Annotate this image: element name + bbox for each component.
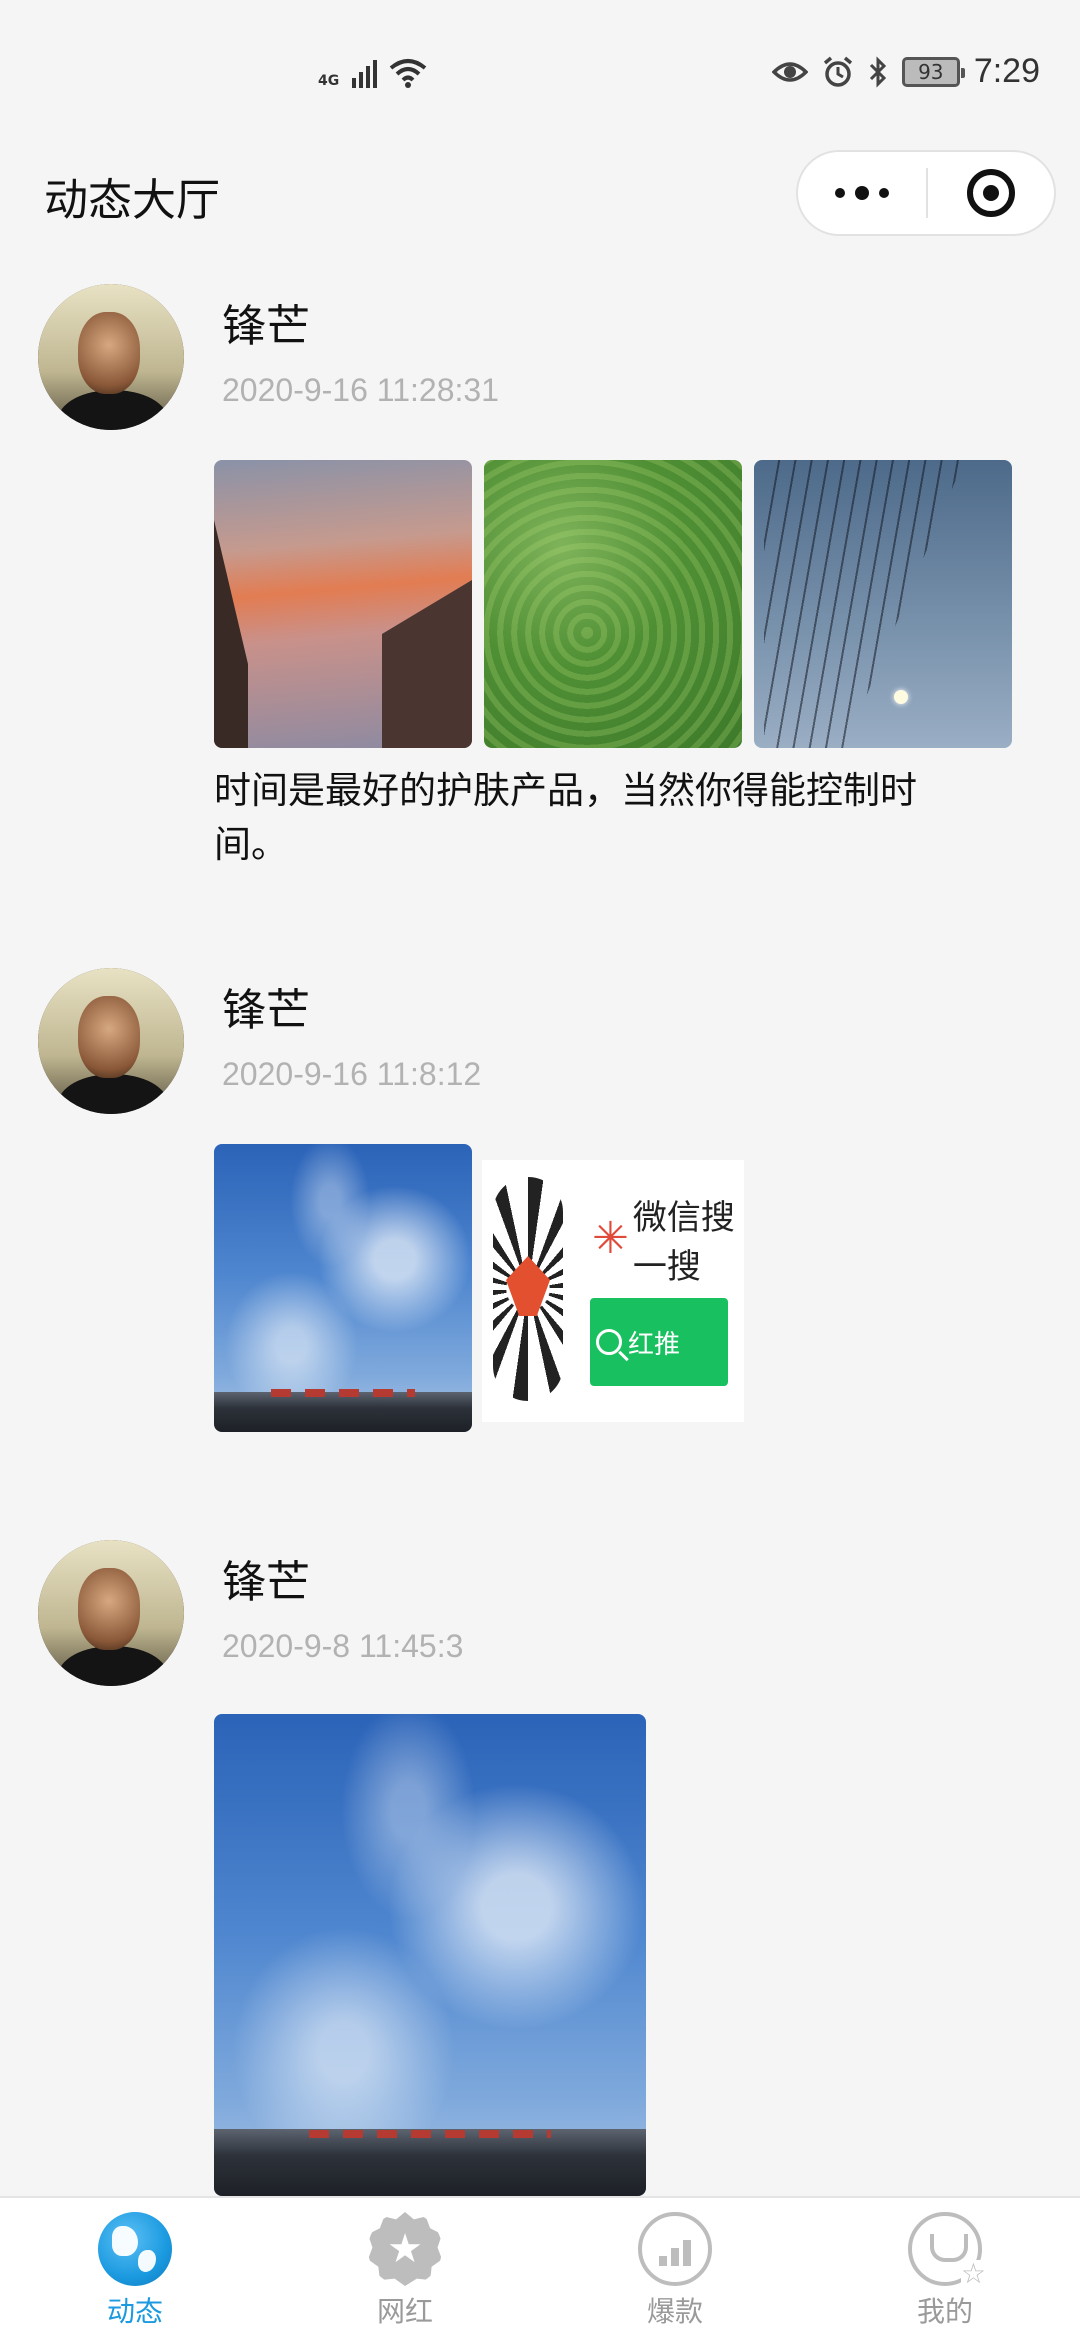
globe-icon: [98, 2212, 172, 2286]
tab-bar: 动态 ★ 网红 爆款 我的: [0, 2196, 1080, 2340]
star-badge-icon: ★: [368, 2212, 442, 2286]
tab-dynamics[interactable]: 动态: [0, 2198, 270, 2340]
moon-icon: [894, 690, 908, 704]
alarm-icon: [823, 56, 852, 87]
navigation-bar: 动态大厅: [0, 150, 1080, 260]
post-image-sunset[interactable]: [214, 460, 472, 748]
tab-label: 网红: [376, 2295, 433, 2328]
wechat-search-label: ✳ 微信搜一搜: [592, 1198, 735, 1287]
tab-influencers[interactable]: ★ 网红: [270, 2198, 540, 2340]
battery-icon: 93: [901, 56, 965, 87]
more-dot-icon: [879, 188, 889, 198]
clock: 7:29: [973, 52, 1040, 90]
network-type: 4G: [318, 73, 340, 89]
network-indicators: 4G: [318, 58, 427, 88]
tab-mine[interactable]: 我的: [810, 2198, 1080, 2340]
tab-label: 我的: [916, 2295, 973, 2328]
wechat-search-button: 红推: [590, 1298, 728, 1386]
post-image-night-sky[interactable]: [754, 460, 1012, 748]
post-time: 2020-9-16 11:8:12: [222, 1056, 482, 1092]
more-menu-button[interactable]: [798, 152, 926, 234]
post-image-greenery[interactable]: [484, 460, 742, 748]
search-icon: [596, 1329, 622, 1355]
tab-label: 爆款: [646, 2295, 703, 2328]
eye-icon: [771, 61, 808, 82]
battery-level: 93: [918, 59, 944, 84]
page-title: 动态大厅: [44, 175, 220, 226]
post-time: 2020-9-8 11:45:3: [222, 1628, 464, 1664]
post-text: 时间是最好的护肤产品，当然你得能控制时间。: [214, 769, 917, 866]
post-time: 2020-9-16 11:28:31: [222, 372, 499, 408]
status-right: 93 7:29: [771, 52, 1040, 91]
signal-icon: [352, 60, 378, 88]
tab-hot-items[interactable]: 爆款: [540, 2198, 810, 2340]
avatar[interactable]: [38, 1540, 184, 1686]
post-image-sky-large[interactable]: [214, 1714, 646, 2196]
more-dot-icon: [855, 186, 869, 200]
avatar[interactable]: [38, 284, 184, 430]
wechat-search-icon: ✳: [592, 1213, 629, 1264]
post-image-qr-card[interactable]: ✳ 微信搜一搜 红推: [482, 1160, 744, 1422]
close-miniprogram-button[interactable]: [928, 152, 1054, 234]
user-icon: [908, 2212, 986, 2288]
post-image-sky[interactable]: [214, 1144, 472, 1432]
post-author[interactable]: 锋芒: [222, 290, 310, 354]
post-author[interactable]: 锋芒: [222, 974, 310, 1038]
bluetooth-icon: [869, 55, 886, 88]
tab-label: 动态: [106, 2295, 163, 2328]
chart-icon: [638, 2212, 712, 2286]
target-icon: [966, 169, 1015, 217]
avatar[interactable]: [38, 968, 184, 1114]
more-dot-icon: [835, 188, 845, 198]
post-author[interactable]: 锋芒: [222, 1546, 310, 1610]
miniprogram-capsule: [796, 150, 1056, 236]
wifi-icon: [389, 59, 427, 88]
status-bar: 4G 93 7:29: [0, 0, 1080, 150]
